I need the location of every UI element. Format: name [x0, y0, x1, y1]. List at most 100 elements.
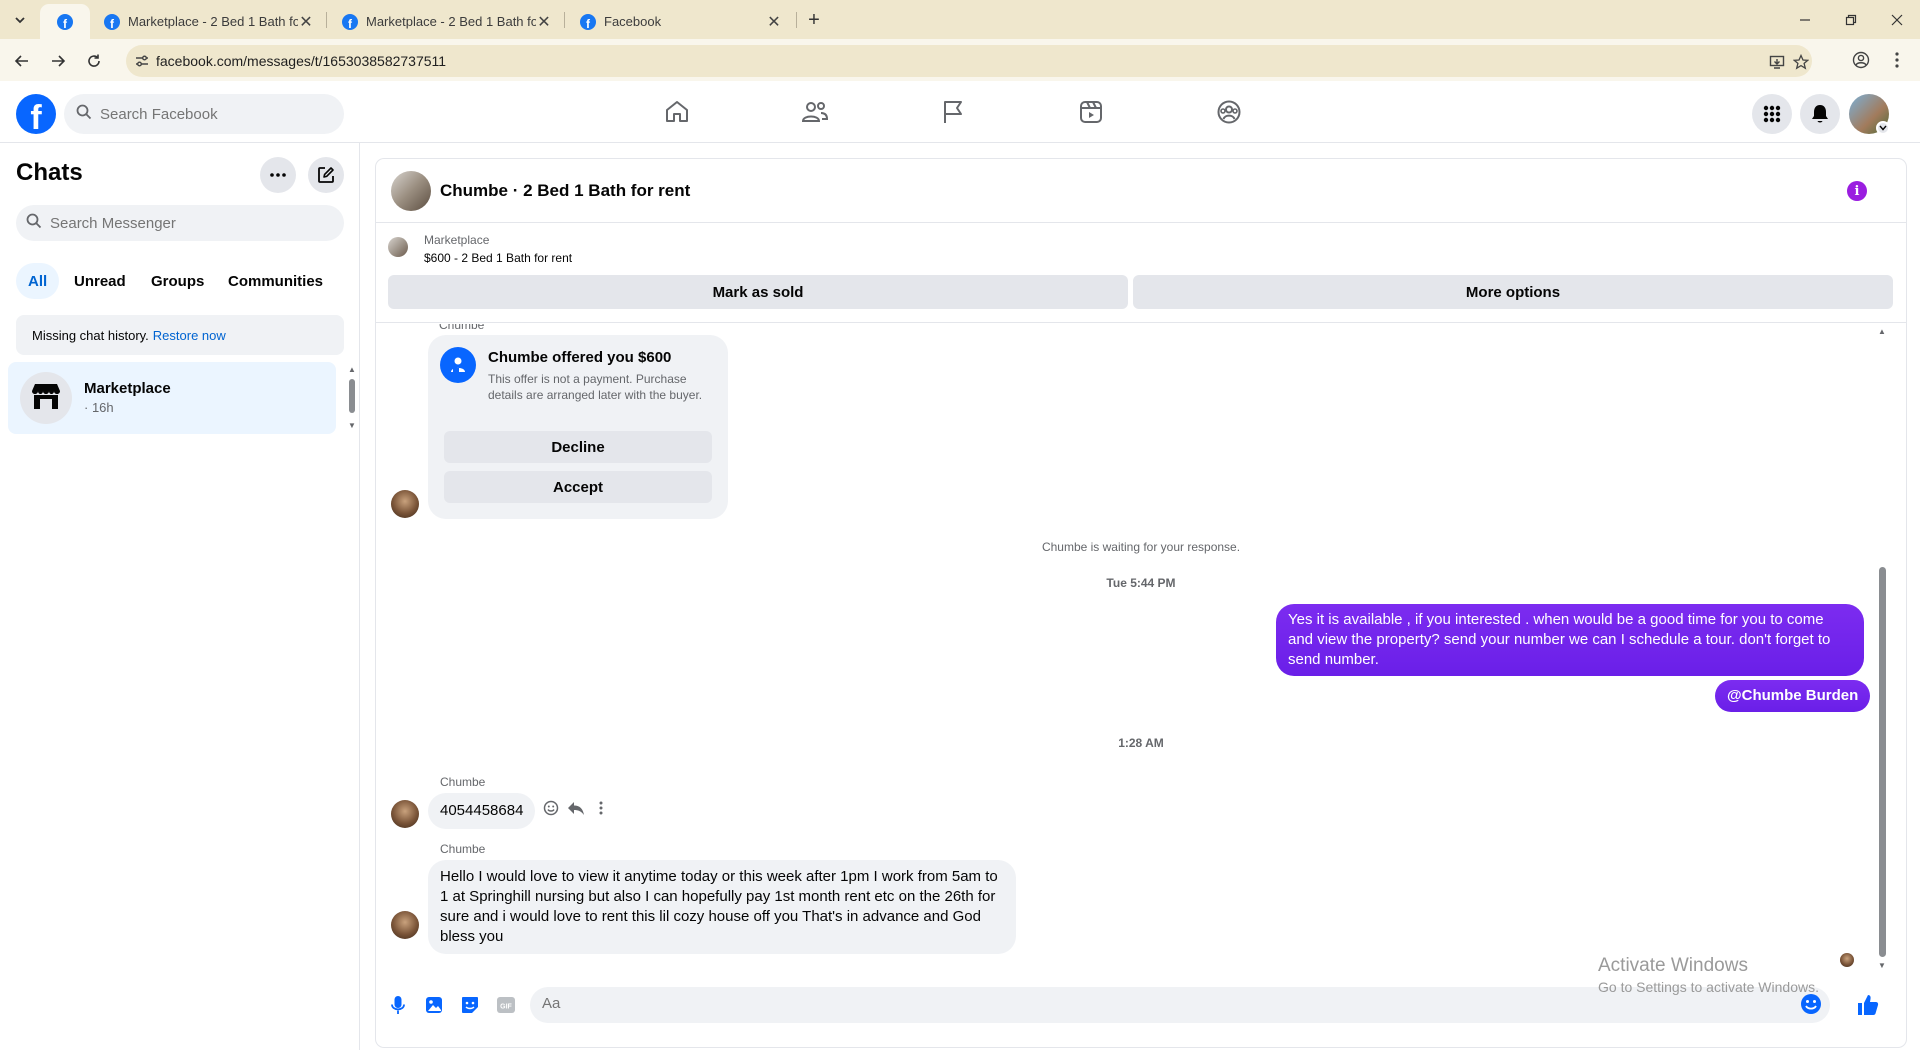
restore-now-link[interactable]: Restore now	[153, 328, 226, 343]
minimize-icon[interactable]	[1793, 8, 1817, 32]
tab-title: Marketplace - 2 Bed 1 Bath for	[128, 14, 298, 29]
reply-arrow-icon[interactable]	[566, 798, 586, 818]
new-tab-button[interactable]: +	[802, 8, 826, 32]
sender-avatar[interactable]	[391, 490, 419, 518]
scroll-up-arrow-icon[interactable]: ▲	[1878, 327, 1886, 336]
chat-list-scrollbar[interactable]	[349, 379, 355, 413]
sticker-icon[interactable]	[458, 993, 482, 1017]
facebook-search[interactable]	[64, 94, 344, 134]
message-timestamp: 1:28 AM	[1118, 736, 1164, 750]
tab-title: Marketplace - 2 Bed 1 Bath for	[366, 14, 536, 29]
decline-offer-button[interactable]: Decline	[444, 431, 712, 463]
tab-marketplace-1[interactable]: f Marketplace - 2 Bed 1 Bath for ✕	[92, 4, 326, 39]
site-info-icon[interactable]	[134, 53, 150, 69]
window-close-icon[interactable]	[1885, 8, 1909, 32]
outgoing-message-bubble[interactable]: Yes it is available , if you interested …	[1276, 604, 1864, 676]
profile-account-icon[interactable]	[1850, 49, 1872, 71]
conversation-info-icon[interactable]: i	[1847, 181, 1867, 201]
gif-icon[interactable]: GIF	[494, 993, 518, 1017]
more-options-button[interactable]: More options	[1133, 275, 1893, 309]
tab-facebook[interactable]: f Facebook ✕	[568, 4, 794, 39]
message-input[interactable]	[542, 995, 1782, 1012]
close-icon[interactable]: ✕	[536, 12, 552, 32]
home-icon[interactable]	[657, 92, 697, 132]
seen-receipt-avatar	[1840, 953, 1854, 967]
menu-grid-icon[interactable]	[1752, 94, 1792, 134]
close-icon[interactable]: ✕	[766, 12, 782, 32]
incoming-message-bubble[interactable]: 4054458684	[428, 793, 536, 829]
activate-windows-title: Activate Windows	[1598, 955, 1748, 976]
tab-marketplace-2[interactable]: f Marketplace - 2 Bed 1 Bath for ✕	[330, 4, 564, 39]
react-emoji-icon[interactable]	[541, 798, 561, 818]
tab-divider	[796, 12, 797, 28]
forward-arrow-icon[interactable]	[46, 49, 70, 73]
offer-tag-icon	[440, 347, 476, 383]
filter-tab-communities[interactable]: Communities	[216, 263, 335, 299]
groups-icon[interactable]	[1209, 92, 1249, 132]
bookmark-star-icon[interactable]	[1792, 53, 1810, 71]
outgoing-mention-bubble[interactable]: @Chumbe Burden	[1715, 680, 1871, 712]
listing-thumbnail[interactable]	[388, 237, 408, 257]
scroll-up-arrow-icon[interactable]: ▲	[348, 365, 356, 374]
facebook-search-input[interactable]	[100, 105, 320, 123]
marketplace-avatar	[20, 372, 72, 424]
accept-offer-button[interactable]: Accept	[444, 471, 712, 503]
friends-icon[interactable]	[795, 92, 835, 132]
url-text: facebook.com/messages/t/1653038582737511	[156, 53, 447, 69]
facebook-logo-icon[interactable]: f	[16, 94, 56, 134]
back-arrow-icon[interactable]	[10, 49, 34, 73]
conversation-avatar[interactable]	[391, 171, 431, 211]
account-chevron-down-icon[interactable]	[1876, 121, 1890, 135]
scroll-down-arrow-icon[interactable]: ▼	[348, 421, 356, 430]
sender-avatar[interactable]	[391, 911, 419, 939]
send-like-thumbs-up-icon[interactable]	[1856, 993, 1882, 1019]
new-message-compose-icon[interactable]	[308, 157, 344, 193]
conversation-title[interactable]: Chumbe · 2 Bed 1 Bath for rent	[440, 181, 690, 201]
tab-title: Facebook	[604, 14, 662, 29]
address-bar[interactable]: facebook.com/messages/t/1653038582737511	[126, 45, 1812, 77]
scroll-down-arrow-icon[interactable]: ▼	[1878, 961, 1886, 970]
listing-title[interactable]: $600 - 2 Bed 1 Bath for rent	[424, 251, 572, 265]
chats-sidebar: Chats All Unread Groups Communities Miss…	[0, 143, 360, 1050]
close-icon[interactable]: ✕	[298, 12, 314, 32]
tab-divider	[326, 12, 327, 28]
facebook-favicon-icon: f	[104, 13, 120, 30]
mark-as-sold-button[interactable]: Mark as sold	[388, 275, 1128, 309]
emoji-picker-icon[interactable]	[1800, 993, 1824, 1017]
tab-facebook-pinned[interactable]: f	[40, 4, 90, 39]
missing-history-text: Missing chat history.	[32, 327, 149, 343]
tab-divider	[564, 12, 565, 28]
chats-title: Chats	[16, 159, 83, 186]
messenger-search[interactable]	[16, 205, 344, 241]
conversation-scrollbar[interactable]	[1879, 567, 1886, 957]
notifications-bell-icon[interactable]	[1800, 94, 1840, 134]
reload-icon[interactable]	[82, 49, 106, 73]
tab-search-chevron-icon[interactable]	[8, 8, 32, 32]
messenger-search-input[interactable]	[50, 214, 320, 232]
chats-options-more-icon[interactable]	[260, 157, 296, 193]
attach-photo-icon[interactable]	[422, 993, 446, 1017]
message-list: Chumbe Chumbe offered you $600 This offe…	[376, 324, 1906, 974]
facebook-favicon-icon: f	[342, 13, 358, 30]
incoming-message-bubble[interactable]: Hello I would love to view it anytime to…	[428, 860, 1016, 954]
filter-tab-unread[interactable]: Unread	[62, 263, 138, 299]
sender-avatar[interactable]	[391, 800, 419, 828]
more-actions-kebab-icon[interactable]	[591, 798, 611, 818]
browser-menu-kebab-icon[interactable]	[1886, 49, 1908, 71]
filter-tab-all[interactable]: All	[16, 263, 60, 299]
restore-icon[interactable]	[1839, 8, 1863, 32]
browser-tab-bar: f f Marketplace - 2 Bed 1 Bath for ✕ f M…	[0, 0, 1920, 39]
chat-list-item-marketplace[interactable]: Marketplace · 16h	[8, 362, 336, 434]
install-app-icon[interactable]	[1768, 53, 1786, 71]
sender-name: Chumbe	[440, 775, 486, 789]
filter-tab-groups[interactable]: Groups	[139, 263, 216, 299]
voice-clip-microphone-icon[interactable]	[386, 993, 410, 1017]
offer-card: Chumbe offered you $600 This offer is no…	[428, 335, 728, 519]
activate-windows-subtitle: Go to Settings to activate Windows.	[1598, 979, 1819, 995]
sender-name: Chumbe	[440, 842, 486, 856]
offer-description: This offer is not a payment. Purchase de…	[488, 372, 703, 402]
marketplace-store-icon	[30, 382, 62, 415]
pages-flag-icon[interactable]	[933, 92, 973, 132]
waiting-response-text: Chumbe is waiting for your response.	[1041, 540, 1241, 554]
video-icon[interactable]	[1071, 92, 1111, 132]
